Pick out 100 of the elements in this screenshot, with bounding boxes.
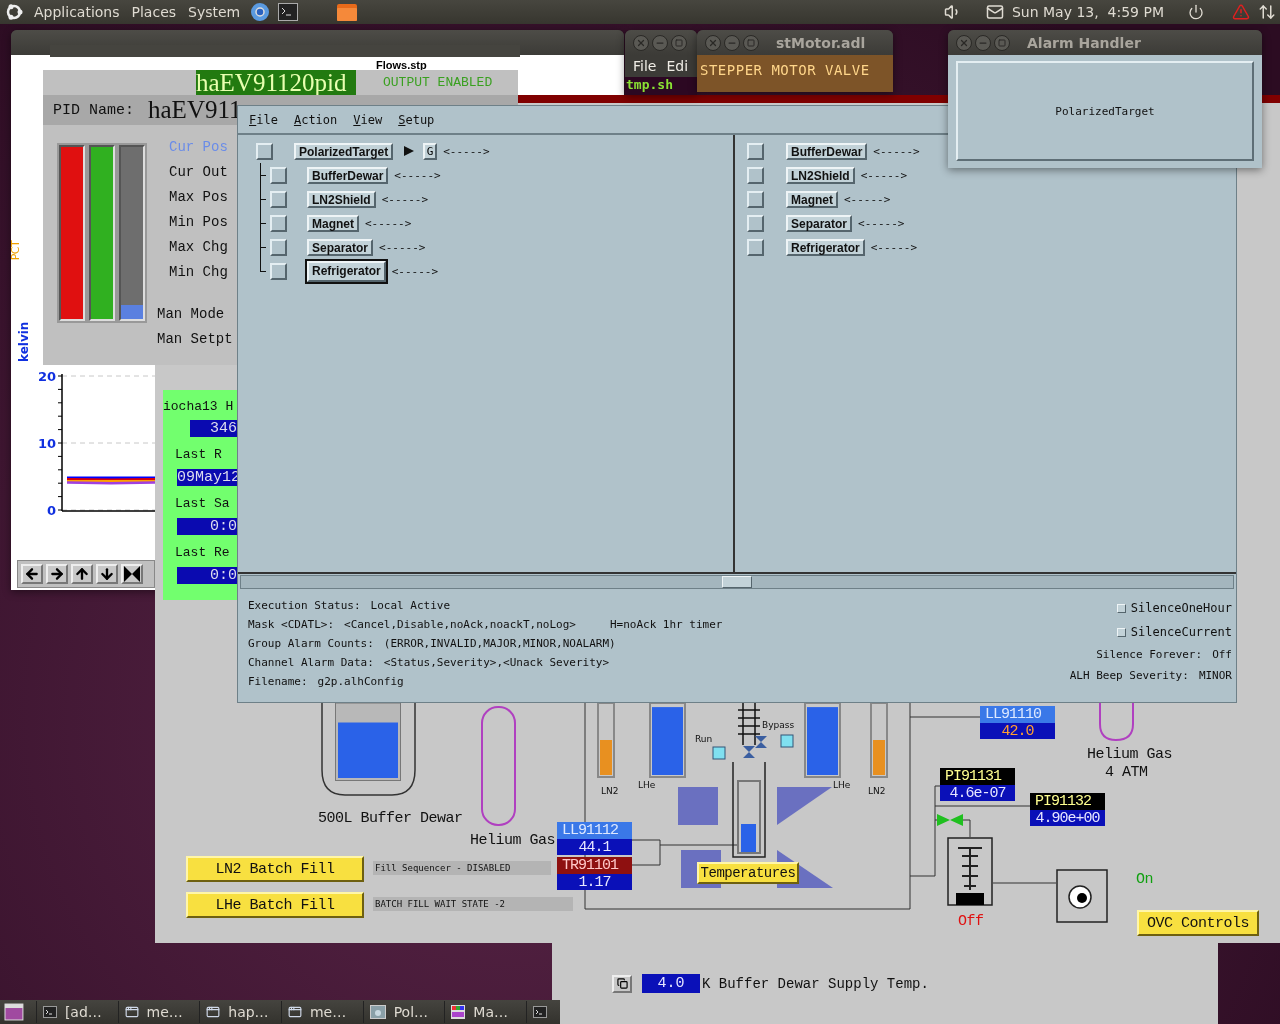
guidance-button[interactable]: G (423, 142, 438, 160)
checkbox[interactable] (1116, 627, 1126, 637)
y-tick-label: 0 (46, 503, 56, 518)
checkbox[interactable] (747, 142, 764, 160)
terminal-icon (533, 1006, 548, 1018)
checkbox[interactable] (1116, 603, 1126, 613)
batch-fill-button[interactable]: LHe Batch Fill (186, 892, 364, 918)
mail-icon[interactable] (985, 3, 1004, 21)
window-title: Alarm Handler (1027, 34, 1141, 51)
status-value: <Status,Severity>,<Unack Severity> (383, 656, 609, 669)
horizontal-scrollbar[interactable] (240, 575, 1234, 589)
checkbox[interactable] (270, 238, 287, 256)
menu-item[interactable]: File (633, 58, 657, 74)
checkbox[interactable] (256, 142, 273, 160)
checkbox[interactable] (270, 262, 287, 280)
zoom-button[interactable] (121, 564, 143, 584)
alarm-status: <-----> (858, 216, 905, 230)
channel-button[interactable]: BufferDewar (786, 142, 868, 160)
taskbar-item[interactable]: hap… (199, 1001, 281, 1023)
gas-cylinder-drawing (1099, 703, 1134, 741)
menu-item[interactable]: Edi (666, 58, 689, 74)
menu-item[interactable]: Action (293, 112, 338, 127)
gauge-state: On (1136, 871, 1153, 888)
network-icon[interactable] (1258, 3, 1276, 21)
panel-menu[interactable]: Applications (32, 4, 122, 20)
ioc-label: Last R (174, 446, 222, 464)
checkbox[interactable] (270, 190, 287, 208)
maximize-icon (998, 38, 1006, 47)
option-label: SilenceOneHour (1130, 601, 1232, 615)
setting-value: Off (1212, 648, 1232, 661)
group-button[interactable]: Refrigerator (307, 260, 386, 282)
pan-left-button[interactable] (21, 564, 43, 584)
pipe-line (992, 882, 1057, 884)
checkbox[interactable] (747, 238, 764, 256)
taskbar-item[interactable]: me… (280, 1001, 363, 1023)
pan-up-button[interactable] (71, 564, 93, 584)
status-label: Execution Status: (248, 599, 361, 612)
checkbox[interactable] (747, 190, 764, 208)
status-label: Filename: (248, 675, 308, 688)
option-label: SilenceCurrent (1130, 625, 1232, 639)
readout-value: 4.90e+00 (1030, 810, 1105, 826)
channel-button[interactable]: Refrigerator (786, 238, 865, 256)
taskbar-item[interactable]: [ad… (35, 1001, 118, 1023)
valve-control-icon (780, 734, 794, 748)
tank-label: LHe (638, 780, 656, 790)
menu-item[interactable]: Setup (398, 112, 435, 127)
close-icon (959, 37, 969, 48)
alarm-group-box[interactable]: PolarizedTarget (956, 61, 1254, 161)
taskbar-item[interactable]: Ma… (444, 1001, 527, 1023)
ioc-label: Last Sa (174, 495, 230, 513)
close-icon (636, 37, 646, 48)
valve-label: Bypass (762, 720, 795, 730)
status-label: Channel Alarm Data: (248, 656, 374, 669)
expand-arrow-icon[interactable] (403, 146, 416, 156)
alarm-status: <-----> (381, 192, 429, 206)
batch-fill-button[interactable]: LN2 Batch Fill (186, 856, 364, 882)
taskbar-item[interactable]: Pol… (362, 1001, 445, 1023)
folder-icon[interactable] (336, 2, 359, 22)
group-button[interactable]: LN2Shield (307, 190, 376, 208)
panel-menu[interactable]: Places (129, 4, 179, 20)
group-button[interactable]: PolarizedTarget (294, 142, 394, 160)
pump-drawing (947, 837, 993, 906)
checkbox[interactable] (270, 166, 287, 184)
menu-item[interactable]: File (249, 112, 278, 127)
panel-menu[interactable]: System (186, 4, 243, 20)
group-button[interactable]: Separator (307, 238, 374, 256)
pan-right-button[interactable] (46, 564, 68, 584)
checkbox[interactable] (747, 166, 764, 184)
menu-item[interactable]: View (353, 112, 383, 127)
group-button[interactable]: BufferDewar (307, 166, 389, 184)
y-axis-label: kelvin (17, 321, 31, 362)
temperatures-button[interactable]: Temperatures (697, 862, 799, 884)
pid-field-label: Man Mode (157, 305, 225, 324)
checkbox[interactable] (747, 214, 764, 232)
channel-button[interactable]: Magnet (786, 190, 838, 208)
valve-icon (937, 814, 963, 826)
window-title: stMotor.adl (776, 34, 866, 51)
channel-button[interactable]: Separator (786, 214, 853, 232)
status-value: g2p.alhConfig (317, 675, 404, 688)
warning-icon[interactable] (1232, 3, 1250, 21)
arrow-left-icon (24, 566, 40, 582)
clock[interactable]: Sun May 13, 4:59 PM (1011, 4, 1164, 20)
readout-name: PI91132 (1030, 793, 1105, 810)
taskbar-item[interactable]: me… (117, 1001, 200, 1023)
gas-label: Helium Gas (1087, 746, 1172, 763)
show-desktop-icon[interactable] (4, 1003, 24, 1021)
status-value: (ERROR,INVALID,MAJOR,MINOR,NOALARM) (383, 637, 616, 650)
checkbox[interactable] (270, 214, 287, 232)
readout-label: K Buffer Dewar Supply Temp. (702, 975, 929, 992)
window-icon (206, 1005, 221, 1019)
ovc-controls-button[interactable]: OVC Controls (1137, 910, 1259, 936)
group-button[interactable]: Magnet (307, 214, 359, 232)
browser-icon[interactable] (250, 2, 271, 22)
channel-button[interactable]: LN2Shield (786, 166, 855, 184)
ubuntu-logo-icon[interactable] (4, 2, 24, 22)
related-display-button[interactable] (612, 974, 632, 993)
pan-down-button[interactable] (96, 564, 118, 584)
tank-label: LN2 (868, 786, 886, 796)
power-icon[interactable] (1188, 4, 1204, 20)
terminal-icon[interactable] (278, 3, 299, 21)
